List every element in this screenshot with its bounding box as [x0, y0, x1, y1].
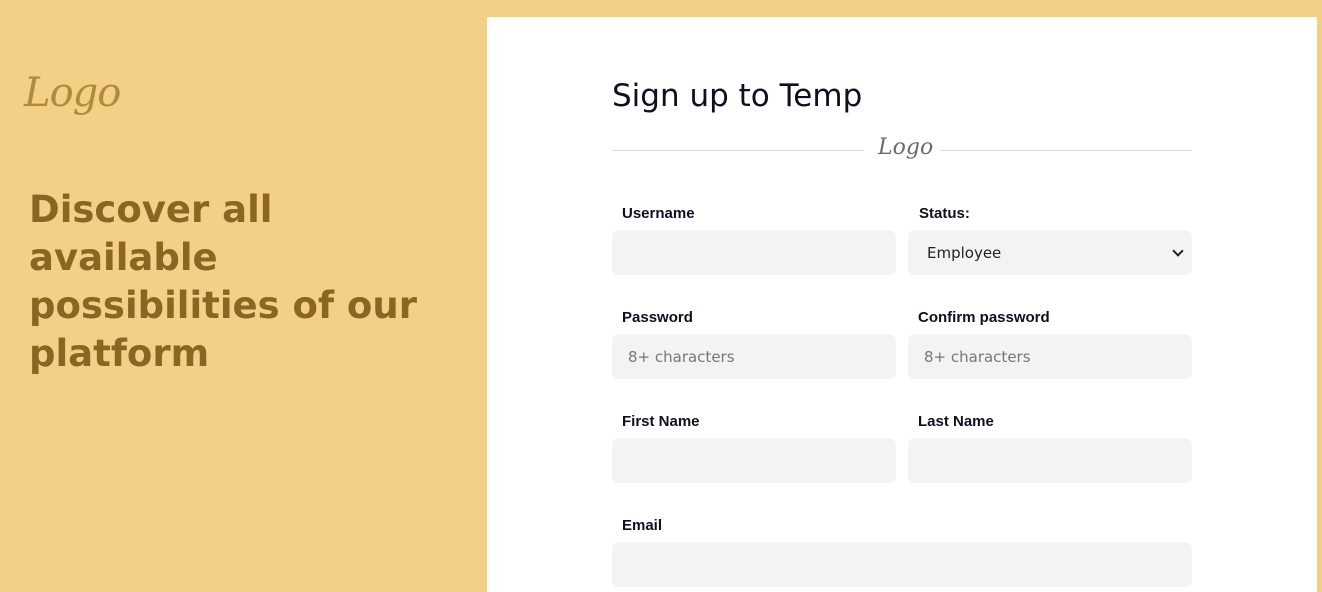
hero-headline: Discover all available possibilities of …	[29, 188, 417, 375]
chevron-down-icon	[1172, 244, 1184, 257]
password-field[interactable]	[612, 334, 896, 379]
left-panel: Logo Discover all available possibilitie…	[0, 0, 487, 592]
username-label: Username	[622, 205, 695, 222]
logo-divider: Logo	[612, 135, 1192, 165]
email-label: Email	[622, 517, 663, 534]
first-name-field[interactable]	[612, 438, 896, 483]
username-field[interactable]	[612, 230, 896, 275]
divider-logo: Logo	[878, 135, 934, 160]
confirm-password-label: Confirm password	[918, 309, 1050, 326]
signup-card: Sign up to Temp Logo Username Status: Em…	[487, 17, 1317, 592]
last-name-label: Last Name	[918, 413, 994, 430]
password-label: Password	[622, 309, 693, 326]
status-select[interactable]: Employee	[908, 230, 1192, 275]
last-name-field[interactable]	[908, 438, 1192, 483]
confirm-password-field[interactable]	[908, 334, 1192, 379]
status-label: Status:	[919, 205, 970, 222]
status-selected-value: Employee	[927, 243, 1002, 262]
brand-logo[interactable]: Logo	[24, 70, 121, 116]
divider-line	[940, 150, 1192, 151]
email-field[interactable]	[612, 542, 1192, 587]
divider-line	[612, 150, 864, 151]
first-name-label: First Name	[622, 413, 700, 430]
page-title: Sign up to Temp	[612, 78, 863, 114]
